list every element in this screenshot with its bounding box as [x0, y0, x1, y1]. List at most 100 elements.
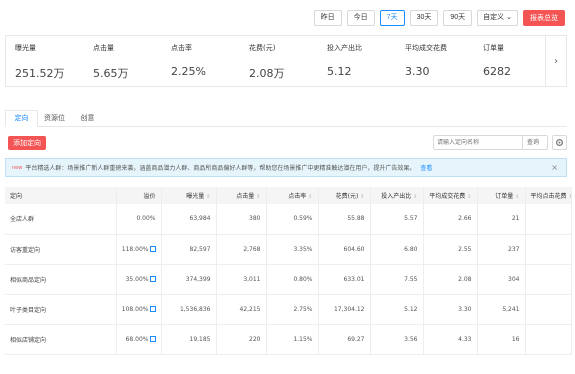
cell-value: 1.15%: [293, 335, 313, 343]
sort-icon[interactable]: ⇕: [360, 194, 364, 200]
cell-value: 相似店铺定向: [10, 336, 47, 344]
table-cell: 2,768: [216, 234, 267, 265]
cell-value: 35.00%: [125, 275, 149, 283]
column-header[interactable]: 溢价: [116, 187, 162, 204]
tab-creative[interactable]: 创意: [71, 110, 104, 126]
cell-value: 0.59%: [293, 215, 313, 223]
table-row: 相似店铺定向 68.00% 19,185 220 1.15% 69.27 3.56 4.33 1…: [5, 324, 572, 355]
column-header: 定向: [5, 187, 117, 204]
metric-label: 点击量: [93, 44, 114, 52]
cell-value: 3.56: [404, 335, 418, 343]
close-icon[interactable]: ×: [551, 163, 558, 172]
metric-value: 5.12: [327, 65, 352, 78]
table-cell: [525, 294, 572, 325]
gear-icon[interactable]: [552, 135, 567, 150]
search-input[interactable]: [434, 139, 522, 146]
cell-value: 604.60: [343, 245, 365, 253]
search-button[interactable]: 查询: [522, 136, 543, 149]
table-cell: 叶子类目定向: [5, 294, 117, 325]
table-cell: 69.27: [318, 324, 371, 355]
edit-icon[interactable]: [149, 335, 156, 342]
date-30days-button[interactable]: 30天: [409, 10, 439, 26]
table-cell: 68.00%: [116, 324, 162, 355]
sort-icon[interactable]: ⇕: [467, 194, 471, 200]
metric-label: 曝光量: [15, 44, 36, 52]
column-header[interactable]: 投入产出比 ⇕: [370, 187, 424, 204]
tab-targeting[interactable]: 定向: [5, 110, 38, 127]
edit-icon[interactable]: [149, 245, 156, 252]
column-header[interactable]: 点击量 ⇕: [216, 187, 267, 204]
table-row: 全店人群 0.00% 63,984 380 0.59% 55.88 5.57 2.66 21: [5, 204, 572, 235]
column-header[interactable]: 平均点击花费⇕: [525, 187, 572, 204]
table-cell: 118.00%: [116, 234, 162, 265]
chevron-right-icon[interactable]: ›: [545, 36, 566, 86]
cell-value: 68.00%: [125, 335, 149, 343]
table-cell: 19,185: [161, 324, 217, 355]
cell-value: 0.80%: [293, 275, 313, 283]
cell-value: 5,241: [502, 305, 520, 313]
cell-value: 69.27: [347, 335, 365, 343]
column-header[interactable]: 点击率 ⇕: [266, 187, 319, 204]
metric-value: 6282: [483, 65, 511, 78]
column-header[interactable]: 订单量 ⇕: [477, 187, 526, 204]
table-body: 全店人群 0.00% 63,984 380 0.59% 55.88 5.57 2.66 21 访客…: [5, 204, 572, 355]
cell-value: 63,984: [189, 215, 211, 223]
cell-value: 633.01: [343, 275, 365, 283]
table-cell: [525, 204, 572, 235]
metric-value: 3.30: [405, 65, 430, 78]
cell-value: 42,215: [239, 305, 261, 313]
cell-value: 全店人群: [10, 216, 35, 224]
column-header[interactable]: 平均成交花费 ⇕: [423, 187, 478, 204]
sort-icon[interactable]: ⇕: [206, 194, 210, 200]
notice-link[interactable]: 查看: [420, 163, 432, 172]
table-cell: 21: [477, 204, 526, 235]
table-cell: [525, 324, 572, 355]
table-cell: 108.00%: [116, 294, 162, 325]
column-header[interactable]: 曝光量 ⇕: [161, 187, 217, 204]
cell-value: 6.80: [404, 245, 418, 253]
sort-icon[interactable]: ⇕: [413, 194, 417, 200]
metric-impressions: 曝光量 251.52万: [6, 36, 84, 86]
edit-icon[interactable]: [149, 275, 156, 282]
sort-icon[interactable]: ⇕: [308, 194, 312, 200]
table-cell: 访客重定向: [5, 234, 117, 265]
metric-value: 2.25%: [171, 65, 206, 78]
sort-icon[interactable]: ⇕: [515, 194, 519, 200]
column-header[interactable]: 花费(元) ⇕: [318, 187, 371, 204]
table-cell: 17,304.12: [318, 294, 371, 325]
metric-label: 花费(元): [249, 44, 276, 52]
date-7days-button[interactable]: 7天: [379, 10, 405, 26]
custom-date-dropdown[interactable]: 自定义 ⌄: [477, 10, 518, 26]
cell-value: 220: [249, 335, 261, 343]
cell-value: 82,597: [189, 245, 211, 253]
notice-banner: new 平台精选人群：场景推广新人群重磅来袭，涵盖商品潜力人群、商品所商品偏好人…: [5, 158, 567, 177]
metric-orders: 订单量 6282: [474, 36, 552, 86]
sort-icon[interactable]: ⇕: [569, 194, 570, 200]
metric-clicks: 点击量 5.65万: [84, 36, 162, 86]
table-cell: 2.55: [423, 234, 478, 265]
cell-value: 4.33: [458, 335, 472, 343]
date-today-button[interactable]: 今日: [346, 10, 375, 26]
table-cell: 5.57: [370, 204, 424, 235]
tab-resource-slot[interactable]: 资源位: [38, 110, 71, 126]
table-row: 访客重定向 118.00% 82,597 2,768 3.35% 604.60 6.80 2.…: [5, 234, 572, 265]
cell-value: 304: [508, 275, 520, 283]
sort-icon[interactable]: ⇕: [256, 194, 260, 200]
table-cell: 380: [216, 204, 267, 235]
cell-value: 0.00%: [136, 215, 156, 223]
edit-icon[interactable]: [149, 305, 156, 312]
report-overview-button[interactable]: 报表总览: [523, 10, 565, 26]
table-cell: 0.59%: [266, 204, 319, 235]
table-cell: 633.01: [318, 264, 371, 295]
date-90days-button[interactable]: 90天: [443, 10, 473, 26]
metric-label: 平均成交花费: [405, 44, 447, 52]
cell-value: 19,185: [189, 335, 211, 343]
metric-value: 251.52万: [15, 67, 65, 80]
table-cell: 2.08: [423, 264, 478, 295]
date-yesterday-button[interactable]: 昨日: [313, 10, 342, 26]
table-cell: 35.00%: [116, 264, 162, 295]
cell-value: 7.55: [404, 275, 418, 283]
cell-value: 访客重定向: [10, 246, 41, 254]
cell-value: 55.88: [347, 215, 365, 223]
add-targeting-button[interactable]: 添加定向: [8, 136, 46, 150]
